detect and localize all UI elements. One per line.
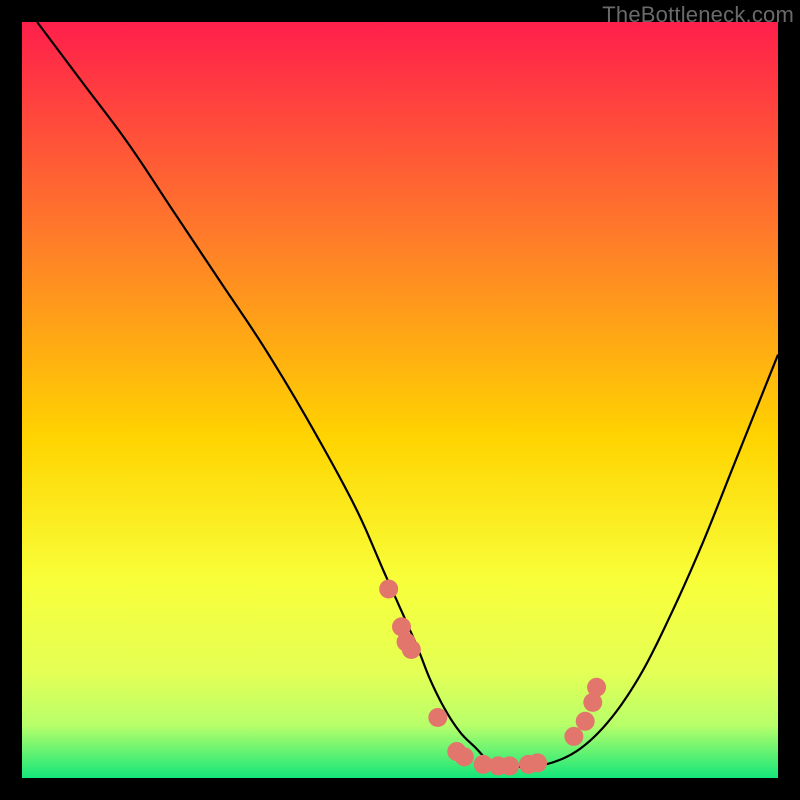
marker-dot bbox=[528, 753, 547, 772]
marker-dot bbox=[402, 640, 421, 659]
marker-dot bbox=[587, 678, 606, 697]
bottleneck-chart bbox=[22, 22, 778, 778]
marker-dot bbox=[455, 747, 474, 766]
attribution-text: TheBottleneck.com bbox=[602, 2, 794, 28]
gradient-background bbox=[22, 22, 778, 778]
marker-dot bbox=[564, 727, 583, 746]
marker-dot bbox=[379, 580, 398, 599]
marker-dot bbox=[500, 756, 519, 775]
marker-dot bbox=[428, 708, 447, 727]
marker-dot bbox=[576, 712, 595, 731]
plot-frame bbox=[22, 22, 778, 778]
